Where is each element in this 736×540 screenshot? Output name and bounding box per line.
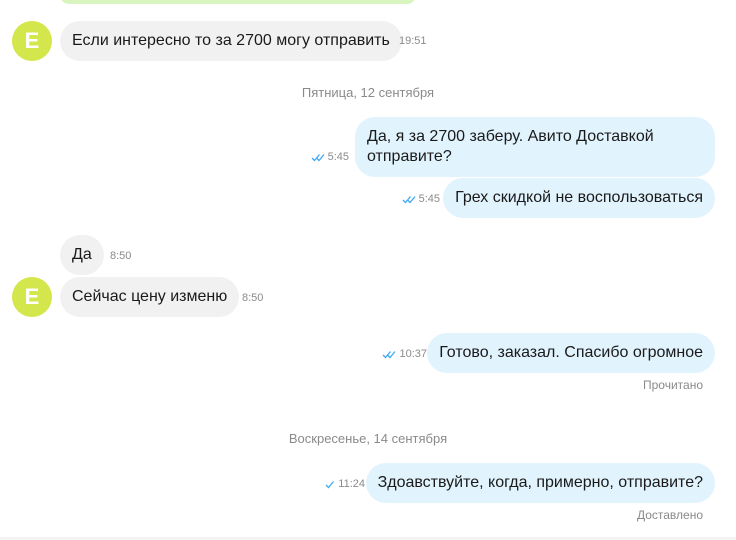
message-text: Готово, заказал. Спасибо огромное [439, 344, 703, 361]
message-time: 8:50 [242, 292, 264, 304]
single-check-icon [325, 480, 335, 489]
avatar[interactable]: E [12, 277, 52, 317]
message-bubble-incoming[interactable]: Сейчас цену изменю [60, 277, 240, 317]
message-meta: 5:45 [402, 193, 440, 205]
read-status: Прочитано [643, 378, 703, 392]
message-time: 5:45 [418, 193, 440, 205]
double-check-icon [402, 195, 416, 204]
date-separator: Пятница, 12 сентября [301, 85, 435, 100]
message-text: Сейчас цену изменю [72, 288, 228, 305]
message-bubble-outgoing[interactable]: Грех скидкой не воспользоваться [443, 178, 715, 218]
previous-message-bubble [60, 0, 416, 4]
message-time: 5:45 [327, 151, 349, 163]
avatar-letter: E [24, 28, 40, 53]
double-check-icon [311, 153, 325, 162]
message-text: Если интересно то за 2700 могу отправить [72, 32, 390, 49]
message-time: 10:37 [399, 348, 427, 360]
message-meta: 5:45 [311, 151, 349, 163]
delivered-status: Доставлено [636, 508, 703, 522]
message-text: Грех скидкой не воспользоваться [455, 189, 703, 206]
message-bubble-outgoing[interactable]: Да, я за 2700 заберу. Авито Доставкой от… [355, 117, 715, 177]
message-time: 19:51 [399, 35, 427, 47]
avatar-letter: E [24, 284, 40, 309]
avatar[interactable]: E [12, 21, 52, 61]
message-text: Да [72, 246, 92, 263]
message-meta: 11:24 [325, 478, 365, 490]
message-bubble-outgoing[interactable]: Здоавствуйте, когда, примерно, отправите… [365, 463, 715, 503]
message-text: Здоавствуйте, когда, примерно, отправите… [377, 474, 703, 491]
message-text: Да, я за 2700 заберу. Авито Доставкой от… [367, 128, 654, 165]
message-time: 8:50 [110, 250, 132, 262]
message-bubble-incoming[interactable]: Да [60, 235, 104, 275]
date-separator: Воскресенье, 14 сентября [288, 431, 448, 446]
message-time: 11:24 [338, 478, 365, 490]
double-check-icon [382, 350, 396, 359]
message-bubble-incoming[interactable]: Если интересно то за 2700 могу отправить [60, 21, 402, 61]
message-bubble-outgoing[interactable]: Готово, заказал. Спасибо огромное [427, 333, 715, 373]
message-meta: 10:37 [382, 348, 427, 360]
